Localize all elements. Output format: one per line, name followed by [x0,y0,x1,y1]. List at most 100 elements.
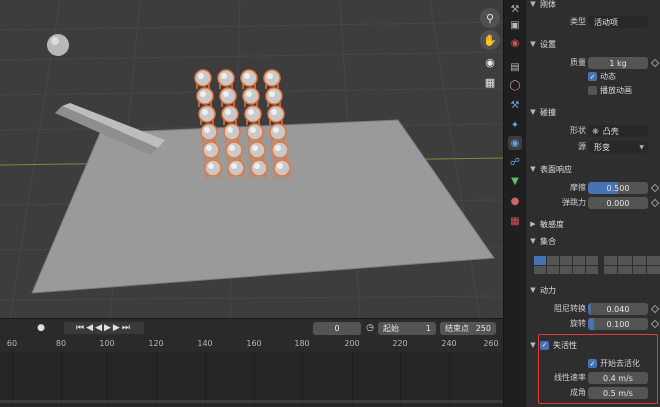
type-dropdown[interactable]: 活动项 [588,16,648,28]
layer-cell[interactable] [646,256,660,265]
deactivation-checkbox[interactable]: ✓ [540,340,549,350]
source-dropdown[interactable]: 形变 ▼ [588,141,648,153]
playback-controls[interactable]: ⏮◀◀▶▶⏭ [64,322,144,334]
stacked-object[interactable] [246,123,264,143]
dynamic-checkbox[interactable]: ✓ [588,72,597,81]
stacked-object[interactable] [265,87,283,107]
stacked-object[interactable] [225,141,243,161]
stacked-object[interactable] [202,141,220,161]
stacked-object[interactable] [271,141,289,161]
layer-cell[interactable] [604,265,618,274]
constraints-tab-icon[interactable]: ☍ [508,155,522,169]
stacked-object[interactable] [242,87,260,107]
timeline-ruler[interactable]: 60 80 100 120 140 160 180 200 220 240 26… [0,336,503,352]
stacked-object[interactable] [263,69,281,89]
stacked-object[interactable] [194,69,212,89]
layer-cell[interactable] [586,265,598,274]
wrench-tab-icon[interactable]: ⚒ [508,98,522,112]
view-layer-tab-icon[interactable]: ▤ [508,60,522,74]
start-frame-field[interactable]: 起始 1 [378,322,436,335]
timeline-body[interactable] [0,352,503,407]
object-highlight [246,91,252,97]
collisions-header[interactable]: ▼ 碰撞 [526,104,660,120]
layer-cell[interactable] [547,256,559,265]
hand-pan-icon[interactable]: ✋ [480,30,500,50]
layer-cell[interactable] [547,265,559,274]
layer-cell[interactable] [632,265,646,274]
zoom-icon[interactable]: ⚲ [480,8,500,28]
collections-header[interactable]: ▼ 集合 [526,233,660,249]
current-frame-field[interactable]: 0 [313,322,361,335]
rotation-slider[interactable]: 0.100 [588,318,648,330]
camera-icon[interactable]: ◉ [480,52,500,72]
layer-cell[interactable] [573,265,585,274]
mass-field[interactable]: 1 kg [588,57,648,69]
layer-cell[interactable] [586,256,598,265]
bounce-slider[interactable]: 0.000 [588,197,648,209]
data-tab-icon[interactable]: ▼ [508,174,522,188]
texture-tab-icon[interactable]: ▦ [508,214,522,228]
keyframe-icon[interactable] [650,319,660,329]
collision-layers-grid-b[interactable] [604,256,660,274]
collision-layers-grid-a[interactable] [534,256,598,274]
damping-translation-slider[interactable]: 0.040 [588,303,648,315]
layer-cell[interactable] [573,256,585,265]
friction-slider[interactable]: 0.500 [588,182,648,194]
animated-checkbox[interactable] [588,86,597,95]
stacked-object[interactable] [217,69,235,89]
layer-cell[interactable] [560,256,572,265]
timeline-scrollbar[interactable] [0,400,503,403]
keyframe-icon[interactable] [650,198,660,208]
keyframe-icon[interactable] [650,58,660,68]
layer-cell[interactable] [534,256,546,265]
layer-cell[interactable] [618,265,632,274]
start-deactivated-checkbox[interactable]: ✓ [588,359,597,368]
stacked-object[interactable] [223,123,241,143]
shape-dropdown[interactable]: ❋ 凸壳 [588,125,648,137]
layer-cell[interactable] [560,265,572,274]
surface-response-header[interactable]: ▼ 表面响应 [526,161,660,177]
stacked-object[interactable] [219,87,237,107]
grid-icon[interactable]: ▦ [480,72,500,92]
sensitivity-header[interactable]: ▶ 敏感度 [526,216,660,232]
stacked-object[interactable] [227,159,245,179]
layer-cell[interactable] [646,265,660,274]
end-frame-field[interactable]: 结束点 250 [440,322,496,335]
stacked-object[interactable] [250,159,268,179]
keyframe-icon[interactable] [650,183,660,193]
rigid-body-header[interactable]: ▼ 刚体 [526,0,660,12]
keyframe-icon[interactable] [650,304,660,314]
layer-cell[interactable] [534,265,546,274]
particles-tab-icon[interactable]: ✦ [508,118,522,132]
stacked-object[interactable] [267,105,285,125]
3d-viewport[interactable]: ⚲ ✋ ◉ ▦ [0,0,503,318]
stacked-object[interactable] [248,141,266,161]
stacked-object[interactable] [196,87,214,107]
settings-header[interactable]: ▼ 设置 [526,36,660,52]
dynamics-header[interactable]: ▼ 动力 [526,282,660,298]
render-tab-icon[interactable]: ▣ [508,18,522,32]
clock-icon[interactable]: ◷ [364,322,376,334]
sphere-object[interactable] [47,34,69,56]
output-tab-icon[interactable]: ◉ [508,36,522,50]
stacked-object[interactable] [273,159,291,179]
physics-tab-icon[interactable]: ◉ [508,136,522,150]
layer-cell[interactable] [618,256,632,265]
linear-velocity-field[interactable]: 0.4 m/s [588,372,648,384]
layer-cell[interactable] [632,256,646,265]
selected-objects-grid[interactable] [194,69,291,179]
stacked-object[interactable] [221,105,239,125]
stacked-object[interactable] [269,123,287,143]
scene-tab-icon[interactable]: ◯ [508,78,522,92]
layer-cell[interactable] [604,256,618,265]
stacked-object[interactable] [198,105,216,125]
stacked-object[interactable] [200,123,218,143]
material-tab-icon[interactable]: ● [508,194,522,208]
stacked-object[interactable] [244,105,262,125]
angular-velocity-field[interactable]: 0.5 m/s [588,387,648,399]
tool-tab-icon[interactable]: ⚒ [508,2,522,16]
stacked-object[interactable] [204,159,222,179]
deactivation-header[interactable]: ▼ ✓ 失活性 [526,337,660,353]
stacked-object[interactable] [240,69,258,89]
record-icon[interactable]: ● [34,322,48,334]
